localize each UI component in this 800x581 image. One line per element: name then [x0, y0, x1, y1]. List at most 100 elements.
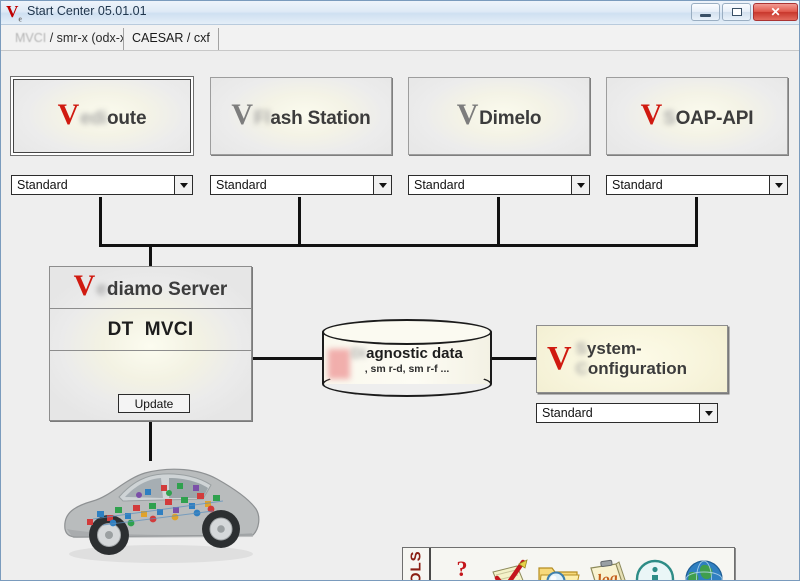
connector-db-to-sysconfig: [488, 357, 538, 360]
server-body: Update: [50, 351, 251, 421]
module-combo-value-route: Standard: [17, 178, 68, 192]
server-subtitle: DT MVCI: [108, 319, 194, 341]
module-combo-dimelo[interactable]: Standard: [408, 175, 590, 195]
module-card-dimelo[interactable]: V Dimelo: [408, 77, 590, 155]
server-title-row: Ve diamo Server: [50, 267, 251, 309]
sysconfig-line2-text: onfiguration: [587, 359, 687, 378]
chevron-down-icon-sysconfig[interactable]: [699, 404, 717, 422]
module-logo-icon-flash-station: V: [231, 97, 253, 131]
sysconfig-combo[interactable]: Standard: [536, 403, 718, 423]
module-text-dimelo: Dimelo: [479, 107, 542, 129]
window-title: Start Center 05.01.01: [27, 4, 147, 18]
minimize-icon: [692, 4, 719, 20]
chevron-down-icon-dimelo[interactable]: [571, 176, 589, 194]
svg-text:log: log: [596, 569, 619, 581]
database-title: Diagnostic data: [322, 345, 492, 362]
sysconfig-line2-blur: C: [575, 359, 588, 378]
module-combo-value-dimelo: Standard: [414, 178, 465, 192]
tools-label-text: TOOLS: [407, 550, 425, 581]
database-title-text: agnostic data: [366, 345, 463, 362]
tools-icon-list: ? log: [431, 556, 734, 581]
svg-text:?: ?: [457, 556, 468, 581]
tools-label: TOOLS: [403, 548, 431, 581]
server-logo-icon: V: [73, 269, 96, 302]
server-title-blur: e: [96, 279, 107, 300]
module-logo-icon-route: V: [57, 97, 80, 131]
chevron-down-icon-flash-station[interactable]: [373, 176, 391, 194]
server-title-text: diamo Server: [106, 279, 228, 300]
log-clipboard-icon[interactable]: log: [584, 556, 630, 581]
sysconfig-line1: System-: [576, 339, 687, 359]
diagnostic-data-cylinder: Diagnostic data , sm r-d, sm r-f ...: [322, 319, 492, 397]
tab-mvci-smrx[interactable]: MVCI / smr-x (odx-x): [7, 28, 140, 50]
module-card-flash-station[interactable]: V Fl ash Station: [210, 77, 392, 155]
module-blur-flash-station: Fl: [253, 107, 271, 129]
module-text-soap-api: OAP-API: [675, 107, 754, 129]
close-icon: ✕: [770, 5, 781, 19]
connector-bus: [99, 244, 698, 247]
minimize-button[interactable]: [691, 3, 720, 21]
diagram-canvas: Vedi oute Standard V Fl ash Station Standar…: [1, 51, 799, 581]
vehicle-ecu-diagram: [53, 451, 268, 571]
module-card-route[interactable]: Vedi oute: [10, 76, 194, 156]
update-button[interactable]: Update: [118, 394, 190, 413]
app-logo-icon: Ve: [6, 2, 22, 24]
module-logo-icon-dimelo: V: [456, 97, 479, 131]
connector-drop-1: [99, 197, 102, 247]
start-center-window: Ve Start Center 05.01.01 ✕ MVCI / smr-x …: [0, 0, 800, 581]
module-combo-value-flash-station: Standard: [216, 178, 267, 192]
maximize-icon: [723, 4, 750, 20]
server-title: Ve diamo Server: [73, 269, 228, 302]
module-combo-route[interactable]: Standard: [11, 175, 193, 195]
help-book-icon[interactable]: ?: [438, 556, 484, 581]
sysconfig-line2: Configuration: [576, 359, 687, 379]
module-label-flash-station: V Fl ash Station: [231, 97, 371, 131]
sysconfig-combo-value: Standard: [542, 406, 593, 420]
tools-bar: TOOLS ? log: [402, 547, 735, 581]
sysconfig-line1-text: ystem-: [586, 338, 642, 358]
connector-drop-4: [695, 197, 698, 247]
module-combo-value-soap-api: Standard: [612, 178, 663, 192]
module-text-route: oute: [107, 107, 147, 129]
tab-caesar-cxf[interactable]: CAESAR / cxf: [123, 28, 219, 50]
connector-drop-3: [497, 197, 500, 247]
cylinder-text: Diagnostic data , sm r-d, sm r-f ...: [322, 345, 492, 375]
module-label-soap-api: V S OAP-API: [640, 97, 754, 131]
chevron-down-icon-route[interactable]: [174, 176, 192, 194]
tab-mvci-prefix: MVCI: [15, 31, 47, 45]
sysconfig-line1-blur: S: [575, 338, 587, 358]
maximize-button[interactable]: [722, 3, 751, 21]
server-subtitle-suffix: MVCI: [144, 318, 194, 340]
module-blur-route: edi: [80, 107, 107, 129]
vediamo-server-card[interactable]: Ve diamo Server DT MVCI Update: [49, 266, 252, 421]
sysconfig-logo-icon: V: [547, 340, 572, 378]
module-card-soap-api[interactable]: V S OAP-API: [606, 77, 788, 155]
server-subtitle-row: DT MVCI: [50, 309, 251, 351]
module-logo-icon-soap-api: V: [640, 97, 663, 131]
folder-search-icon[interactable]: [535, 556, 581, 580]
sysconfig-label: System- Configuration: [576, 339, 687, 379]
globe-icon[interactable]: [681, 556, 727, 580]
connector-server-to-db: [250, 357, 326, 360]
connector-drop-2: [298, 197, 301, 247]
close-button[interactable]: ✕: [753, 3, 798, 21]
module-blur-soap-api: S: [663, 107, 676, 129]
tab-strip: MVCI / smr-x (odx-x) CAESAR / cxf: [1, 25, 799, 51]
module-text-flash-station: ash Station: [270, 107, 371, 129]
notepad-check-icon[interactable]: [487, 556, 533, 580]
cylinder-top-ellipse: [322, 319, 492, 345]
window-controls: ✕: [691, 3, 798, 21]
chevron-down-icon-soap-api[interactable]: [769, 176, 787, 194]
title-bar: Ve Start Center 05.01.01 ✕: [1, 1, 799, 25]
module-combo-soap-api[interactable]: Standard: [606, 175, 788, 195]
database-title-blur: Di: [351, 345, 367, 362]
system-configuration-card[interactable]: V System- Configuration: [536, 325, 728, 393]
module-combo-flash-station[interactable]: Standard: [210, 175, 392, 195]
server-subtitle-prefix: DT: [107, 318, 134, 340]
tab-mvci-rest: / smr-x (odx-x): [46, 31, 131, 45]
module-label-route: Vedi oute: [57, 97, 147, 131]
info-circle-icon[interactable]: [632, 556, 678, 580]
module-label-dimelo: V Dimelo: [456, 97, 542, 131]
app-logo-letter: V: [6, 2, 19, 21]
database-subtitle: , sm r-d, sm r-f ...: [364, 363, 450, 375]
